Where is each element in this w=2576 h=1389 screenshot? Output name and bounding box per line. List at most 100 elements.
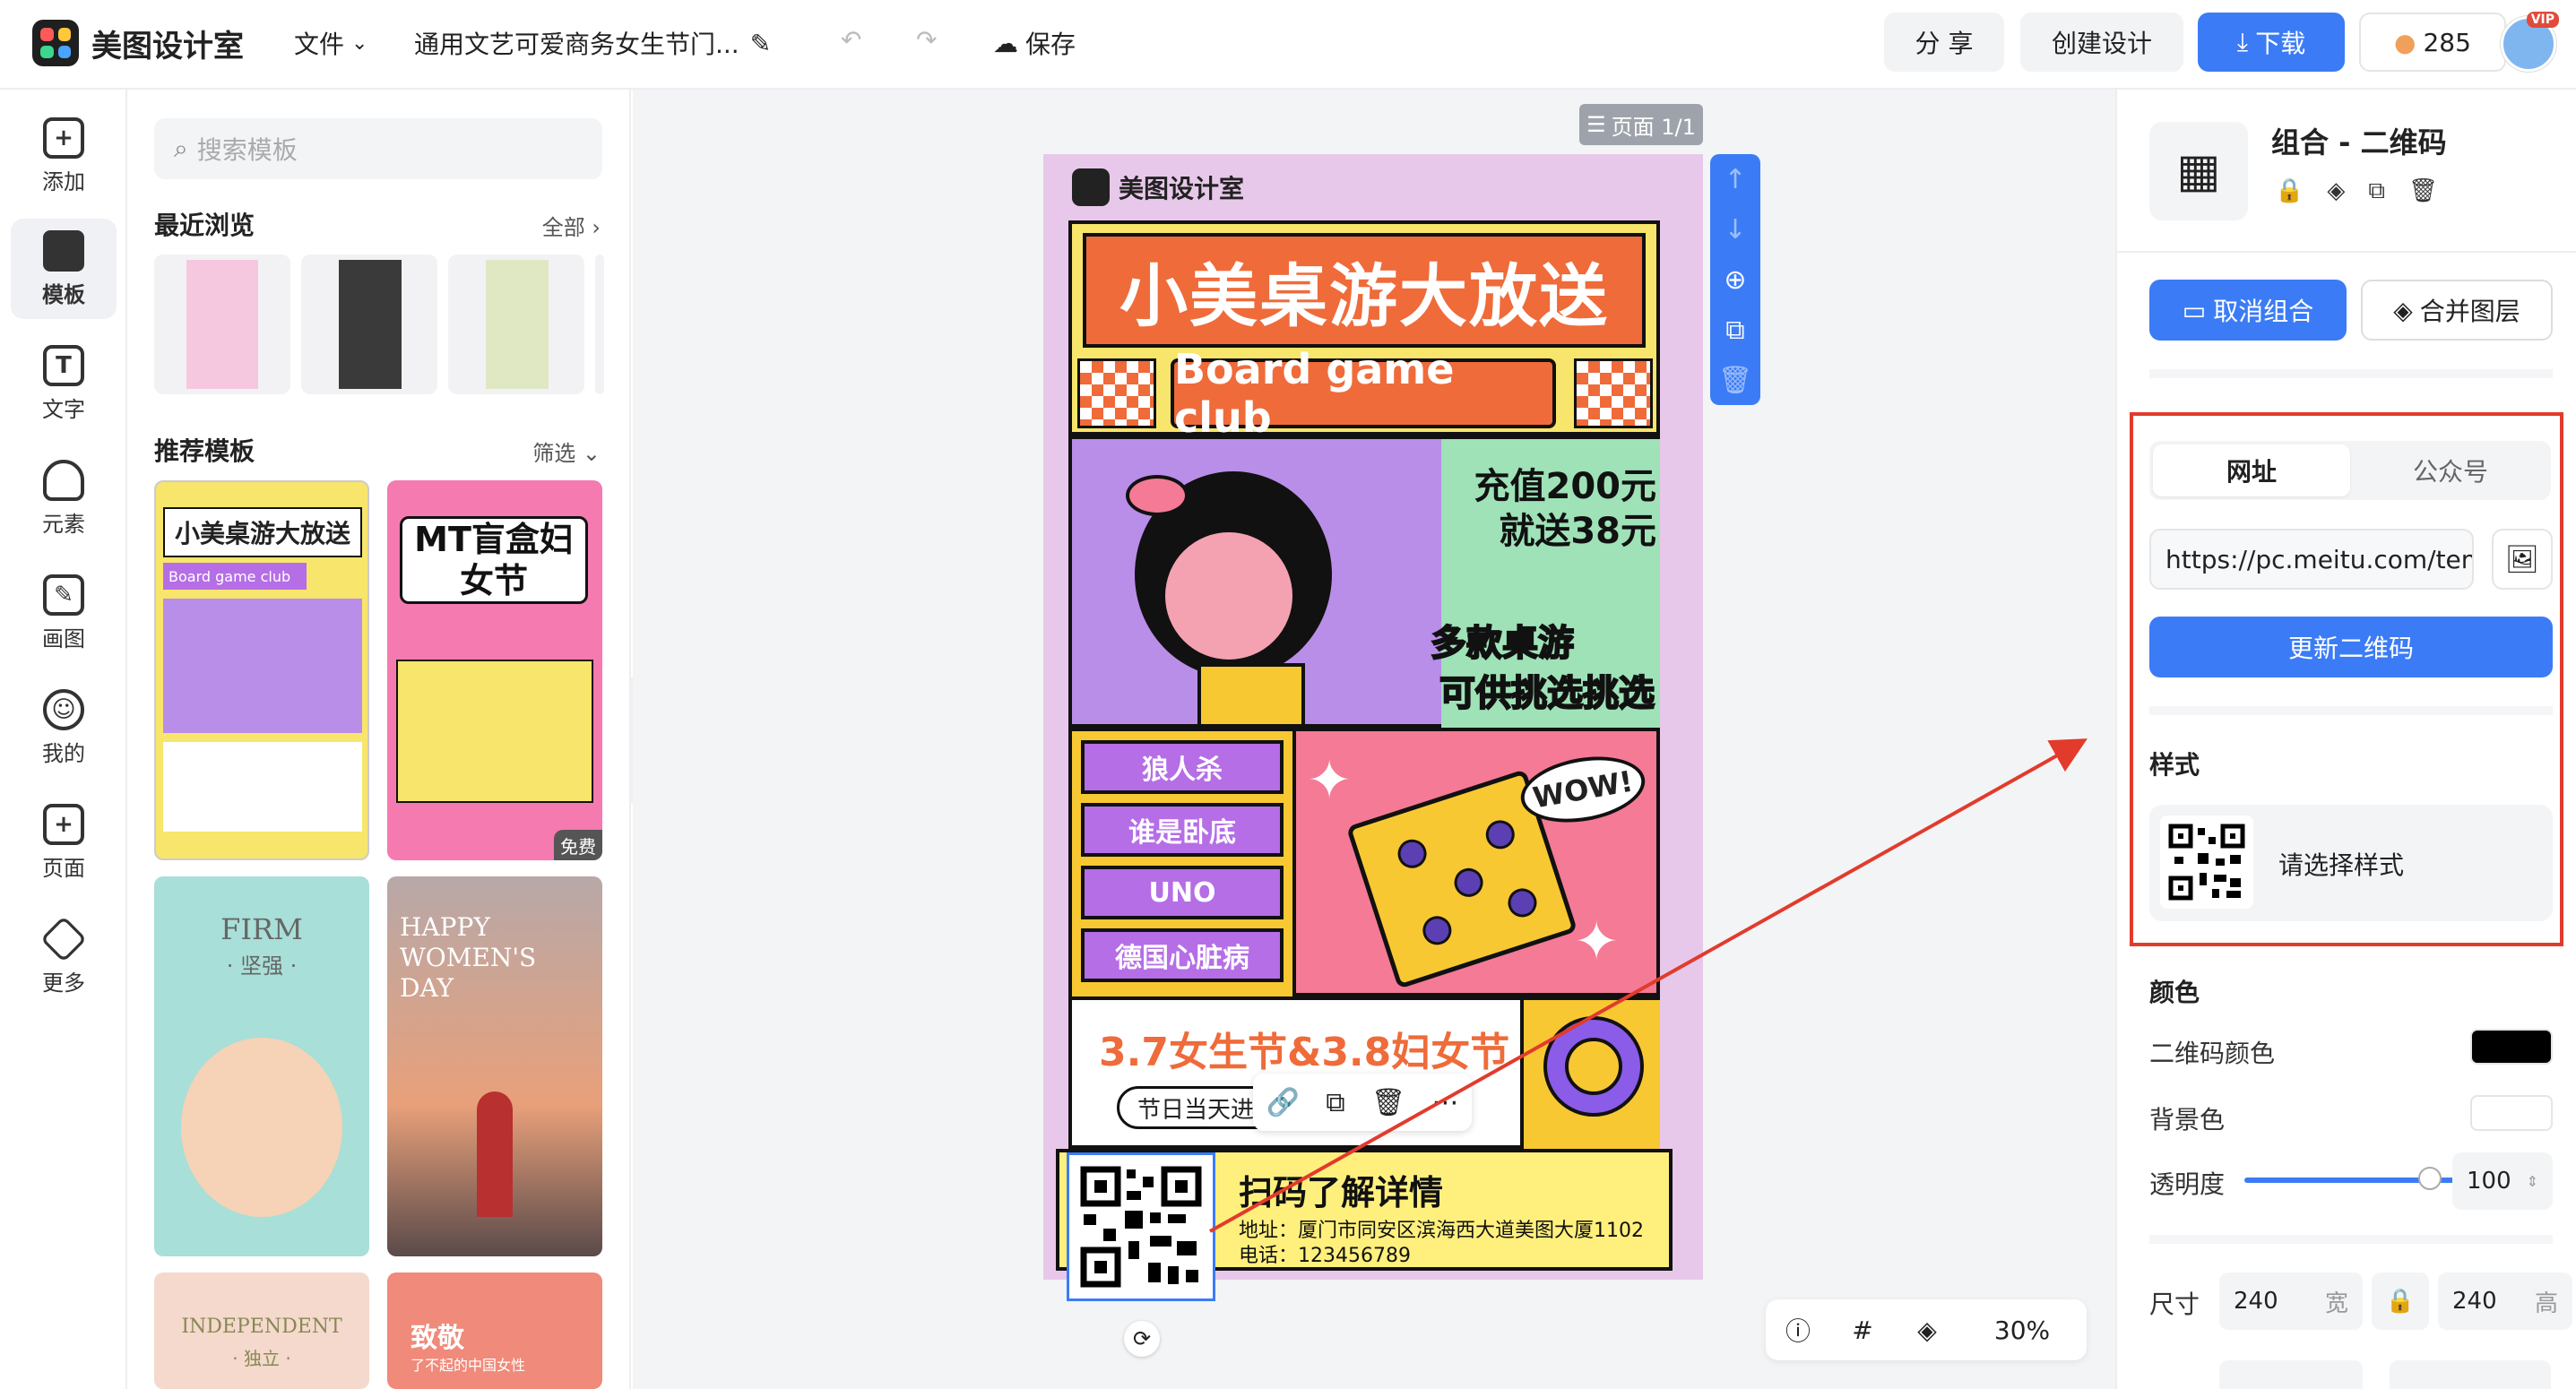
user-avatar[interactable]: VIP: [2501, 12, 2559, 72]
duplicate-page-icon[interactable]: ⧉: [1725, 315, 1744, 346]
move-down-icon[interactable]: ↓: [1724, 214, 1746, 246]
download-button[interactable]: ⤓ 下载: [2198, 13, 2345, 72]
width-input[interactable]: 240 宽: [2219, 1273, 2363, 1330]
template-card-1[interactable]: 小美桌游大放送 Board game club: [154, 480, 369, 860]
ungroup-button[interactable]: ▭ 取消组合: [2149, 280, 2347, 341]
template-card-title: HAPPY WOMEN'S DAY: [400, 912, 537, 1003]
footer-contact[interactable]: 地址：厦门市同安区滨海西大道美图大厦1102 电话：123456789: [1239, 1219, 1644, 1269]
share-button[interactable]: 分 享: [1884, 13, 2004, 72]
bg-color-label: 背景色: [2149, 1105, 2226, 1134]
layers-button[interactable]: ◈: [1895, 1316, 1959, 1345]
games-line-2: 可供挑选挑选: [1439, 672, 1655, 715]
list-icon: ☰: [1586, 112, 1606, 137]
save-button[interactable]: ☁ 保存: [993, 25, 1076, 61]
template-card-6[interactable]: 致敬 了不起的中国女性: [387, 1273, 602, 1389]
opacity-slider-knob[interactable]: [2418, 1167, 2442, 1190]
poster-brand[interactable]: 美图设计室: [1072, 168, 1244, 206]
position-y-input[interactable]: [2390, 1360, 2551, 1389]
plus-icon: +: [43, 116, 84, 159]
sidebar-item-add[interactable]: + 添加: [11, 106, 117, 206]
game-item[interactable]: 德国心脏病: [1081, 928, 1284, 982]
recommend-filter-button[interactable]: 筛选 ⌄: [532, 436, 601, 467]
game-item[interactable]: 狼人杀: [1081, 740, 1284, 794]
sidebar-item-elements[interactable]: 元素: [11, 448, 117, 548]
template-search-input[interactable]: ⌕ 搜索模板: [154, 118, 602, 179]
file-menu[interactable]: 文件 ⌄: [294, 25, 367, 61]
vip-badge: VIP: [2526, 12, 2559, 28]
link-icon[interactable]: 🔗: [1266, 1087, 1300, 1118]
delete-page-icon[interactable]: 🗑: [1718, 365, 1752, 396]
poster-title[interactable]: 小美桌游大放送: [1083, 233, 1646, 348]
document-title[interactable]: 通用文艺可爱商务女生节门... ✎: [414, 25, 771, 61]
template-card-4[interactable]: HAPPY WOMEN'S DAY: [387, 876, 602, 1256]
more-icon[interactable]: ⋯: [1431, 1087, 1458, 1118]
template-card-title: INDEPENDENT: [181, 1316, 342, 1338]
bg-color-swatch[interactable]: [2470, 1095, 2553, 1131]
game-item[interactable]: UNO: [1081, 866, 1284, 919]
position-x-input[interactable]: [2219, 1360, 2363, 1389]
layers-icon: ◈: [2393, 295, 2413, 325]
create-design-button[interactable]: 创建设计: [2020, 13, 2183, 72]
redo-button[interactable]: ↷: [916, 25, 937, 55]
game-item[interactable]: 谁是卧底: [1081, 803, 1284, 857]
sidebar-item-text[interactable]: T 文字: [11, 333, 117, 434]
poster-games-block[interactable]: 狼人杀 谁是卧底 UNO 德国心脏病 WOW! ✦ ✦: [1068, 728, 1660, 996]
template-card-title: MT盲盒妇女节: [400, 516, 588, 604]
sidebar-item-page[interactable]: + 页面: [11, 792, 117, 893]
poster-title-block[interactable]: 小美桌游大放送 Board game club: [1068, 220, 1660, 442]
zoom-level[interactable]: 30%: [1959, 1316, 2085, 1345]
phone-text: 电话：123456789: [1239, 1245, 1411, 1267]
sidebar-item-more[interactable]: 更多: [11, 907, 117, 1007]
undo-button[interactable]: ↶: [841, 25, 861, 55]
help-button[interactable]: ⓘ: [1766, 1312, 1830, 1348]
recent-template-1[interactable]: [154, 255, 290, 394]
grid-button[interactable]: #: [1830, 1316, 1895, 1345]
download-icon: ⤓: [2236, 27, 2249, 56]
move-up-icon[interactable]: ↑: [1724, 164, 1746, 195]
height-input[interactable]: 240 高: [2438, 1273, 2572, 1330]
selection-actions: 🔒 ◈ ⧉ 🗑: [2275, 177, 2438, 205]
poster-promo-block[interactable]: 充值200元 就送38元 多款桌游 可供挑选挑选: [1068, 436, 1660, 728]
template-card-2[interactable]: MT盲盒妇女节 免费: [387, 480, 602, 860]
duplicate-icon[interactable]: ⧉: [1326, 1087, 1344, 1118]
merge-layers-button[interactable]: ◈ 合并图层: [2361, 280, 2553, 341]
address-text: 地址：厦门市同安区滨海西大道美图大厦1102: [1239, 1220, 1644, 1242]
selected-qr-code[interactable]: [1067, 1152, 1215, 1301]
event-title[interactable]: 3.7女生节&3.8妇女节: [1099, 1020, 1509, 1077]
footer-title[interactable]: 扫码了解详情: [1239, 1165, 1443, 1214]
poster-subtitle[interactable]: Board game club: [1171, 345, 1556, 442]
undo-icon: ↶: [841, 25, 862, 55]
trash-icon[interactable]: 🗑: [1371, 1087, 1405, 1118]
games-text[interactable]: 多款桌游 可供挑选挑选: [1341, 618, 1655, 719]
bean-icon: ●: [2394, 27, 2416, 57]
page-indicator[interactable]: ☰ 页面 1/1: [1579, 104, 1703, 145]
trash-icon[interactable]: 🗑: [2408, 177, 2438, 205]
recent-view-all-link[interactable]: 全部 ›: [542, 210, 601, 241]
left-icon-bar: + 添加 模板 T 文字 元素 ✎ 画图 ☺ 我的 + 页面 更多: [0, 90, 127, 1389]
opacity-input[interactable]: 100 ⇕: [2452, 1152, 2553, 1210]
recent-template-3[interactable]: [448, 255, 584, 394]
duplicate-icon[interactable]: ⧉: [2368, 177, 2385, 205]
recent-thumb-image: [186, 260, 258, 389]
app-logo[interactable]: 美图设计室: [32, 20, 244, 66]
promo-text[interactable]: 充值200元 就送38元: [1466, 464, 1657, 554]
sidebar-item-template[interactable]: 模板: [11, 219, 117, 319]
aspect-lock-button[interactable]: 🔒: [2372, 1273, 2429, 1330]
lock-icon[interactable]: 🔒: [2275, 177, 2304, 205]
rotate-handle[interactable]: ⟳: [1124, 1321, 1160, 1357]
add-page-icon[interactable]: ⊕: [1724, 264, 1746, 296]
qr-color-swatch[interactable]: [2470, 1029, 2553, 1065]
template-card-3[interactable]: FIRM · 坚强 ·: [154, 876, 369, 1256]
recent-template-2[interactable]: [301, 255, 437, 394]
recent-template-4[interactable]: [595, 255, 604, 394]
sidebar-item-mine[interactable]: ☺ 我的: [11, 677, 117, 778]
shapes-icon: [43, 459, 84, 501]
template-card-5[interactable]: INDEPENDENT · 独立 ·: [154, 1273, 369, 1389]
points-button[interactable]: ● 285: [2359, 13, 2506, 72]
sidebar-item-label: 元素: [42, 511, 85, 537]
create-design-label: 创建设计: [2051, 29, 2152, 58]
layers-icon[interactable]: ◈: [2327, 177, 2345, 205]
sidebar-item-draw[interactable]: ✎ 画图: [11, 563, 117, 663]
bow-illustration: [1126, 475, 1189, 516]
sidebar-item-label: 页面: [42, 855, 85, 881]
